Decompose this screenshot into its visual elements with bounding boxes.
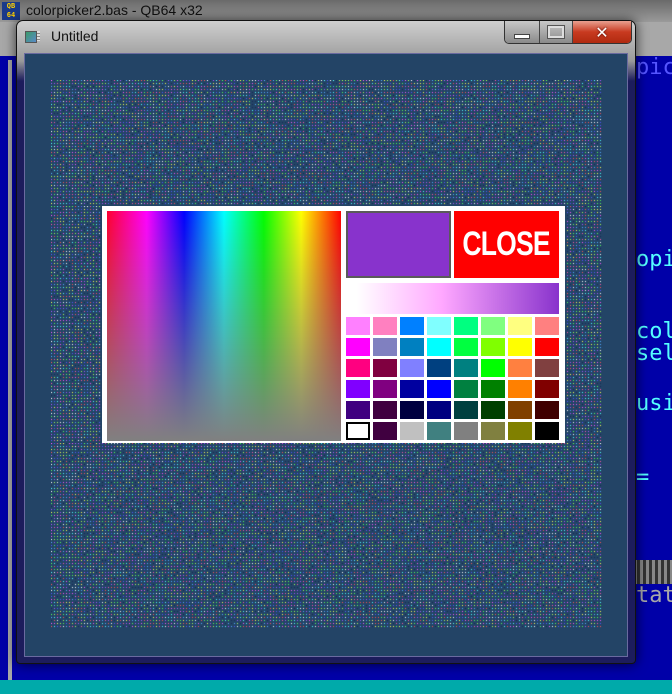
color-swatch[interactable] [427,401,451,419]
color-swatch[interactable] [535,338,559,356]
color-swatch[interactable] [508,401,532,419]
close-button[interactable]: CLOSE [454,211,559,278]
color-swatch[interactable] [427,359,451,377]
color-swatch[interactable] [454,401,478,419]
code-fragment: pic [636,55,672,80]
program-window: Untitled ✕ CLOSE [16,20,636,664]
color-swatch[interactable] [454,380,478,398]
status-bar [0,680,672,694]
code-fragment: tat [636,583,672,608]
color-swatch[interactable] [373,359,397,377]
color-swatch[interactable] [508,317,532,335]
color-swatch-grid [346,317,561,441]
editor-scrollbar[interactable] [634,560,672,584]
window-controls: ✕ [504,21,632,44]
color-swatch[interactable] [535,422,559,440]
color-swatch[interactable] [454,359,478,377]
close-icon: ✕ [595,22,609,42]
color-swatch[interactable] [373,380,397,398]
spectrum-saturation-layer [107,211,341,441]
color-swatch[interactable] [481,422,505,440]
color-swatch[interactable] [454,422,478,440]
color-swatch[interactable] [373,338,397,356]
program-window-icon [25,29,41,43]
color-swatch[interactable] [481,338,505,356]
color-swatch[interactable] [346,338,370,356]
color-swatch[interactable] [535,317,559,335]
close-window-button[interactable]: ✕ [573,21,631,43]
color-swatch[interactable] [400,317,424,335]
background-app-titlebar: QB 64 colorpicker2.bas - QB64 x32 [0,0,672,22]
color-swatch[interactable] [400,401,424,419]
close-button-label: CLOSE [462,225,551,263]
color-swatch[interactable] [373,422,397,440]
color-swatch[interactable] [346,359,370,377]
background-app-title: colorpicker2.bas - QB64 x32 [26,2,203,18]
color-swatch[interactable] [508,338,532,356]
qb64-app-icon: QB 64 [2,2,20,20]
color-swatch[interactable] [427,380,451,398]
editor-frame-border [8,60,12,680]
code-fragment: = [636,465,650,490]
color-swatch[interactable] [427,317,451,335]
color-swatch[interactable] [373,317,397,335]
code-fragment: opi [636,247,672,272]
window-client-area: CLOSE [24,53,628,657]
color-swatch[interactable] [427,338,451,356]
minimize-icon [514,33,530,39]
color-swatch[interactable] [346,317,370,335]
color-swatch[interactable] [346,401,370,419]
color-swatch[interactable] [427,422,451,440]
color-swatch[interactable] [454,317,478,335]
color-swatch[interactable] [508,359,532,377]
code-fragment: usi [636,391,672,416]
color-swatch[interactable] [346,422,370,440]
shade-gradient-bar[interactable] [346,283,559,314]
color-swatch[interactable] [481,401,505,419]
color-swatch[interactable] [400,422,424,440]
code-fragment: sel [636,341,672,366]
color-swatch[interactable] [481,359,505,377]
color-swatch[interactable] [508,422,532,440]
window-title: Untitled [51,28,99,44]
color-swatch[interactable] [481,380,505,398]
color-swatch[interactable] [400,338,424,356]
color-swatch[interactable] [535,359,559,377]
minimize-button[interactable] [505,21,540,43]
maximize-icon [547,25,565,39]
color-swatch[interactable] [400,359,424,377]
color-swatch[interactable] [373,401,397,419]
selected-color-preview [346,211,451,278]
color-swatch[interactable] [346,380,370,398]
color-swatch[interactable] [400,380,424,398]
color-swatch[interactable] [481,317,505,335]
color-swatch[interactable] [454,338,478,356]
color-swatch[interactable] [508,380,532,398]
maximize-button[interactable] [540,21,573,43]
color-swatch[interactable] [535,380,559,398]
color-spectrum[interactable] [107,211,341,441]
color-picker-panel: CLOSE [102,206,565,443]
color-swatch[interactable] [535,401,559,419]
